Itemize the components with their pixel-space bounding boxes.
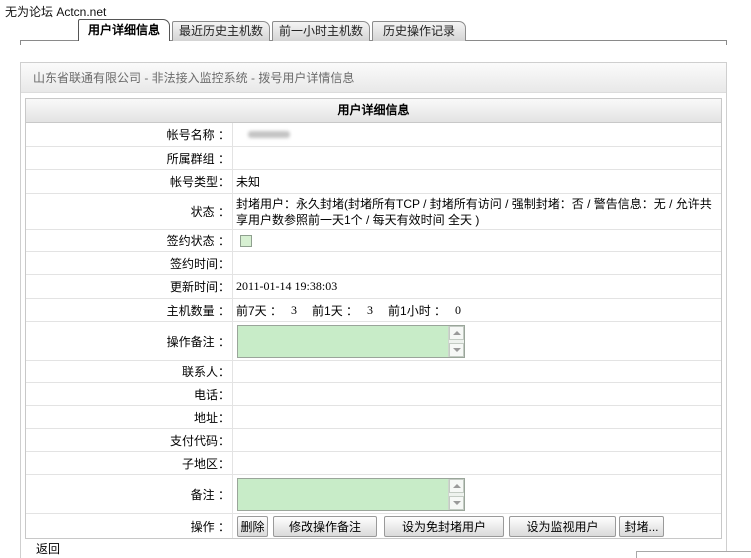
row-status: 状态 ： 封堵用户：永久封堵(封堵所有TCP / 封堵所有访问 / 强制封堵：否… — [26, 194, 721, 230]
label-operation-note: 操作备注 ： — [26, 322, 233, 360]
panel-breadcrumb: 山东省联通有限公司 - 非法接入监控系统 - 拨号用户详情信息 — [21, 63, 726, 93]
table-title: 用户详细信息 — [26, 99, 721, 123]
label-contract-time: 签约时间： — [26, 252, 233, 274]
value-payment-code — [233, 429, 721, 451]
value-status: 封堵用户：永久封堵(封堵所有TCP / 封堵所有访问 / 强制封堵：否 / 警告… — [236, 196, 712, 227]
tab-recent-host-history[interactable]: 最近历史主机数 — [172, 21, 270, 41]
host-count-1d-label: 前1天 ： — [312, 303, 359, 318]
host-count-1h-value: 0 — [455, 302, 462, 317]
row-update-time: 更新时间： 2011-01-14 19:38:03 — [26, 275, 721, 299]
back-link[interactable]: 返回 — [36, 542, 60, 556]
label-remark: 备注 ： — [26, 475, 233, 513]
block-button[interactable]: 封堵... — [619, 515, 664, 537]
remark-box — [237, 477, 465, 511]
row-address: 地址： — [26, 406, 721, 429]
label-host-count: 主机数量 ： — [26, 299, 233, 321]
scroll-down-icon — [452, 500, 461, 505]
row-account-type: 帐号类型： 未知 — [26, 170, 721, 194]
label-payment-code: 支付代码： — [26, 429, 233, 451]
row-contact: 联系人： — [26, 361, 721, 383]
row-operation-note: 操作备注 ： — [26, 322, 721, 361]
scroll-down-icon — [452, 347, 461, 352]
row-operations: 操作 ： 删除 修改操作备注 设为免封堵用户 设为监视用户 封堵... — [26, 514, 721, 538]
value-remark — [233, 475, 721, 513]
edit-operation-note-button[interactable]: 修改操作备注 — [273, 515, 377, 537]
label-phone: 电话： — [26, 383, 233, 405]
label-group: 所属群组 ： — [26, 147, 233, 169]
user-details-table: 用户详细信息 帐号名称 ： 所属群组 ： 帐号类型： 未知 状态 ： 封堵用户：… — [25, 98, 722, 539]
delete-button[interactable]: 删除 — [237, 515, 268, 537]
value-update-time: 2011-01-14 19:38:03 — [236, 279, 338, 293]
value-sub-region — [233, 452, 721, 474]
value-host-count: 前7天 ： 3 前1天 ： 3 前1小时 ： 0 — [233, 299, 721, 321]
label-account-name: 帐号名称 ： — [26, 123, 233, 146]
value-account-type: 未知 — [236, 175, 261, 189]
row-contract-time: 签约时间： — [26, 252, 721, 275]
value-account-name — [233, 123, 721, 146]
tab-operation-history[interactable]: 历史操作记录 — [372, 21, 466, 41]
value-phone — [233, 383, 721, 405]
scroll-up-icon — [452, 330, 461, 335]
label-contact: 联系人： — [26, 361, 233, 382]
host-count-1h-label: 前1小时 ： — [388, 303, 447, 318]
label-contract-status: 签约状态 ： — [26, 230, 233, 251]
tab-strip: 用户详细信息 最近历史主机数 前一小时主机数 历史操作记录 — [78, 19, 468, 41]
value-contact — [233, 361, 721, 382]
operation-note-textarea[interactable] — [238, 325, 448, 357]
operation-note-box — [237, 324, 465, 358]
scroll-up-button[interactable] — [449, 325, 464, 340]
tab-user-details[interactable]: 用户详细信息 — [78, 19, 170, 41]
set-monitor-user-button[interactable]: 设为监视用户 — [509, 515, 616, 537]
scroll-up-icon — [452, 483, 461, 488]
label-update-time: 更新时间： — [26, 275, 233, 298]
label-sub-region: 子地区： — [26, 452, 233, 474]
redacted-account-name — [248, 131, 290, 138]
value-operation-note — [233, 322, 721, 360]
value-contract-time — [233, 252, 721, 274]
label-operations: 操作 ： — [26, 514, 233, 538]
operation-note-scrollbar[interactable] — [448, 325, 464, 357]
label-account-type: 帐号类型： — [26, 170, 233, 193]
row-sub-region: 子地区： — [26, 452, 721, 475]
scroll-up-button[interactable] — [449, 478, 464, 493]
value-group — [233, 147, 721, 169]
value-address — [233, 406, 721, 428]
forum-watermark: 无为论坛 Actcn.net — [5, 5, 107, 19]
label-status: 状态 ： — [26, 194, 233, 229]
label-address: 地址： — [26, 406, 233, 428]
remark-scrollbar[interactable] — [448, 478, 464, 510]
scroll-down-button[interactable] — [449, 495, 464, 510]
value-contract-status — [233, 230, 721, 251]
scroll-down-button[interactable] — [449, 342, 464, 357]
contract-status-checkbox[interactable] — [240, 234, 252, 247]
row-account-name: 帐号名称 ： — [26, 123, 721, 147]
host-count-1d-value: 3 — [367, 302, 374, 317]
value-operations: 删除 修改操作备注 设为免封堵用户 设为监视用户 封堵... — [233, 514, 721, 538]
partial-popup-box — [636, 551, 751, 558]
host-count-7d-value: 3 — [291, 302, 298, 317]
row-phone: 电话： — [26, 383, 721, 406]
set-exempt-user-button[interactable]: 设为免封堵用户 — [384, 515, 504, 537]
row-group: 所属群组 ： — [26, 147, 721, 170]
host-count-7d-label: 前7天 ： — [236, 303, 283, 318]
tab-last-hour-hosts[interactable]: 前一小时主机数 — [272, 21, 370, 41]
remark-textarea[interactable] — [238, 478, 448, 510]
row-remark: 备注 ： — [26, 475, 721, 514]
row-contract-status: 签约状态 ： — [26, 230, 721, 252]
row-payment-code: 支付代码： — [26, 429, 721, 452]
row-host-count: 主机数量 ： 前7天 ： 3 前1天 ： 3 前1小时 ： 0 — [26, 299, 721, 322]
